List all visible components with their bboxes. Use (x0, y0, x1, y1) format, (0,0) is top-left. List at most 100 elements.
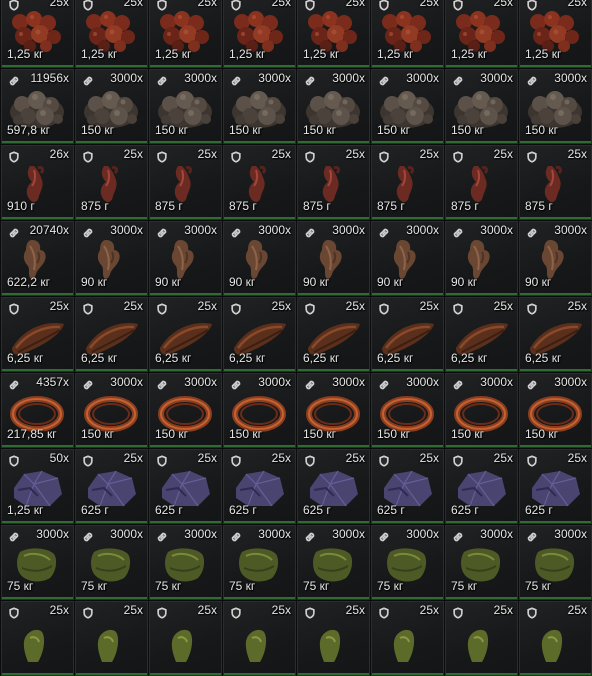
inventory-slot[interactable]: 25x 1,25 кг (149, 0, 222, 68)
stack-weight: 90 кг (155, 275, 182, 289)
inventory-slot[interactable]: 50x 1,25 кг (1, 449, 74, 524)
link-icon (81, 530, 95, 544)
inventory-slot[interactable]: 3000x 90 кг (519, 221, 592, 296)
shield-icon (525, 150, 539, 164)
stack-quantity: 25x (567, 0, 587, 9)
inventory-slot[interactable]: 25x 875 г (445, 145, 518, 220)
slot-underline (150, 369, 221, 371)
inventory-slot[interactable]: 25x 625 г (519, 449, 592, 524)
stack-weight: 875 г (525, 199, 553, 213)
inventory-slot[interactable]: 25x 875 г (297, 145, 370, 220)
stack-weight: 6,25 кг (525, 351, 562, 365)
inventory-slot[interactable]: 25x 1,25 кг (223, 0, 296, 68)
inventory-slot[interactable]: 3000x 75 кг (371, 525, 444, 600)
shield-icon (451, 0, 465, 12)
link-icon (81, 378, 95, 392)
inventory-slot[interactable]: 25x (1, 601, 74, 676)
stack-weight: 6,25 кг (377, 351, 414, 365)
inventory-slot[interactable]: 3000x 90 кг (371, 221, 444, 296)
inventory-slot[interactable]: 25x 1,25 кг (297, 0, 370, 68)
inventory-slot[interactable]: 25x 875 г (149, 145, 222, 220)
stack-quantity: 3000x (332, 71, 365, 85)
inventory-slot[interactable]: 3000x 150 кг (297, 69, 370, 144)
inventory-slot[interactable]: 11956x 597,8 кг (1, 69, 74, 144)
inventory-slot[interactable]: 25x (75, 601, 148, 676)
slot-underline (446, 445, 517, 447)
inventory-slot[interactable]: 3000x 150 кг (223, 373, 296, 448)
inventory-slot[interactable]: 25x 625 г (445, 449, 518, 524)
slot-underline (2, 141, 73, 143)
inventory-slot[interactable]: 25x (149, 601, 222, 676)
inventory-slot[interactable]: 25x 6,25 кг (297, 297, 370, 372)
link-icon (525, 530, 539, 544)
inventory-slot[interactable]: 3000x 150 кг (445, 69, 518, 144)
inventory-slot[interactable]: 26x 910 г (1, 145, 74, 220)
stack-weight: 6,25 кг (155, 351, 192, 365)
inventory-slot[interactable]: 25x 625 г (223, 449, 296, 524)
inventory-slot[interactable]: 3000x 150 кг (75, 69, 148, 144)
inventory-slot[interactable]: 3000x 150 кг (149, 373, 222, 448)
inventory-slot[interactable]: 25x (223, 601, 296, 676)
slot-underline (224, 673, 295, 675)
inventory-slot[interactable]: 25x (297, 601, 370, 676)
inventory-slot[interactable]: 3000x 90 кг (149, 221, 222, 296)
green-herb-image (82, 618, 140, 662)
inventory-slot[interactable]: 25x 6,25 кг (75, 297, 148, 372)
inventory-slot[interactable]: 3000x 150 кг (445, 373, 518, 448)
inventory-slot[interactable]: 3000x 90 кг (75, 221, 148, 296)
stack-quantity: 25x (49, 603, 69, 617)
inventory-slot[interactable]: 25x 6,25 кг (445, 297, 518, 372)
inventory-slot[interactable]: 4357x 217,85 кг (1, 373, 74, 448)
inventory-slot[interactable]: 3000x 150 кг (149, 69, 222, 144)
inventory-slot[interactable]: 3000x 150 кг (519, 69, 592, 144)
inventory-slot[interactable]: 20740x 622,2 кг (1, 221, 74, 296)
inventory-slot[interactable]: 25x 875 г (75, 145, 148, 220)
stack-weight: 1,25 кг (229, 47, 266, 61)
inventory-slot[interactable]: 25x 1,25 кг (75, 0, 148, 68)
inventory-slot[interactable]: 25x (371, 601, 444, 676)
inventory-slot[interactable]: 3000x 150 кг (297, 373, 370, 448)
inventory-slot[interactable]: 3000x 150 кг (519, 373, 592, 448)
inventory-slot[interactable]: 3000x 90 кг (223, 221, 296, 296)
inventory-slot[interactable]: 3000x 150 кг (223, 69, 296, 144)
inventory-slot[interactable]: 3000x 150 кг (371, 69, 444, 144)
stack-quantity: 25x (419, 147, 439, 161)
inventory-slot[interactable]: 25x (519, 601, 592, 676)
inventory-slot[interactable]: 25x 875 г (519, 145, 592, 220)
inventory-slot[interactable]: 25x 6,25 кг (519, 297, 592, 372)
inventory-slot[interactable]: 25x 875 г (371, 145, 444, 220)
inventory-slot[interactable]: 3000x 150 кг (371, 373, 444, 448)
link-icon (81, 74, 95, 88)
inventory-slot[interactable]: 25x 6,25 кг (223, 297, 296, 372)
stack-weight: 90 кг (303, 275, 330, 289)
inventory-slot[interactable]: 25x 625 г (371, 449, 444, 524)
inventory-slot[interactable]: 3000x 75 кг (223, 525, 296, 600)
inventory-slot[interactable]: 3000x 75 кг (297, 525, 370, 600)
stack-weight: 1,25 кг (155, 47, 192, 61)
inventory-slot[interactable]: 25x 625 г (149, 449, 222, 524)
inventory-slot[interactable]: 3000x 150 кг (75, 373, 148, 448)
inventory-slot[interactable]: 25x 875 г (223, 145, 296, 220)
inventory-slot[interactable]: 3000x 75 кг (75, 525, 148, 600)
inventory-slot[interactable]: 3000x 90 кг (445, 221, 518, 296)
inventory-slot[interactable]: 3000x 75 кг (1, 525, 74, 600)
inventory-slot[interactable]: 25x 625 г (297, 449, 370, 524)
inventory-slot[interactable]: 25x 6,25 кг (149, 297, 222, 372)
inventory-slot[interactable]: 3000x 90 кг (297, 221, 370, 296)
stack-weight: 150 кг (303, 123, 336, 137)
inventory-slot[interactable]: 3000x 75 кг (519, 525, 592, 600)
inventory-slot[interactable]: 3000x 75 кг (445, 525, 518, 600)
inventory-slot[interactable]: 25x 6,25 кг (1, 297, 74, 372)
slot-underline (76, 141, 147, 143)
inventory-slot[interactable]: 25x 1,25 кг (371, 0, 444, 68)
stack-quantity: 25x (567, 603, 587, 617)
inventory-slot[interactable]: 25x (445, 601, 518, 676)
inventory-slot[interactable]: 25x 1,25 кг (445, 0, 518, 68)
inventory-slot[interactable]: 3000x 75 кг (149, 525, 222, 600)
inventory-slot[interactable]: 25x 1,25 кг (1, 0, 74, 68)
slot-underline (298, 217, 369, 219)
inventory-slot[interactable]: 25x 6,25 кг (371, 297, 444, 372)
stack-quantity: 3000x (480, 71, 513, 85)
inventory-slot[interactable]: 25x 1,25 кг (519, 0, 592, 68)
inventory-slot[interactable]: 25x 625 г (75, 449, 148, 524)
